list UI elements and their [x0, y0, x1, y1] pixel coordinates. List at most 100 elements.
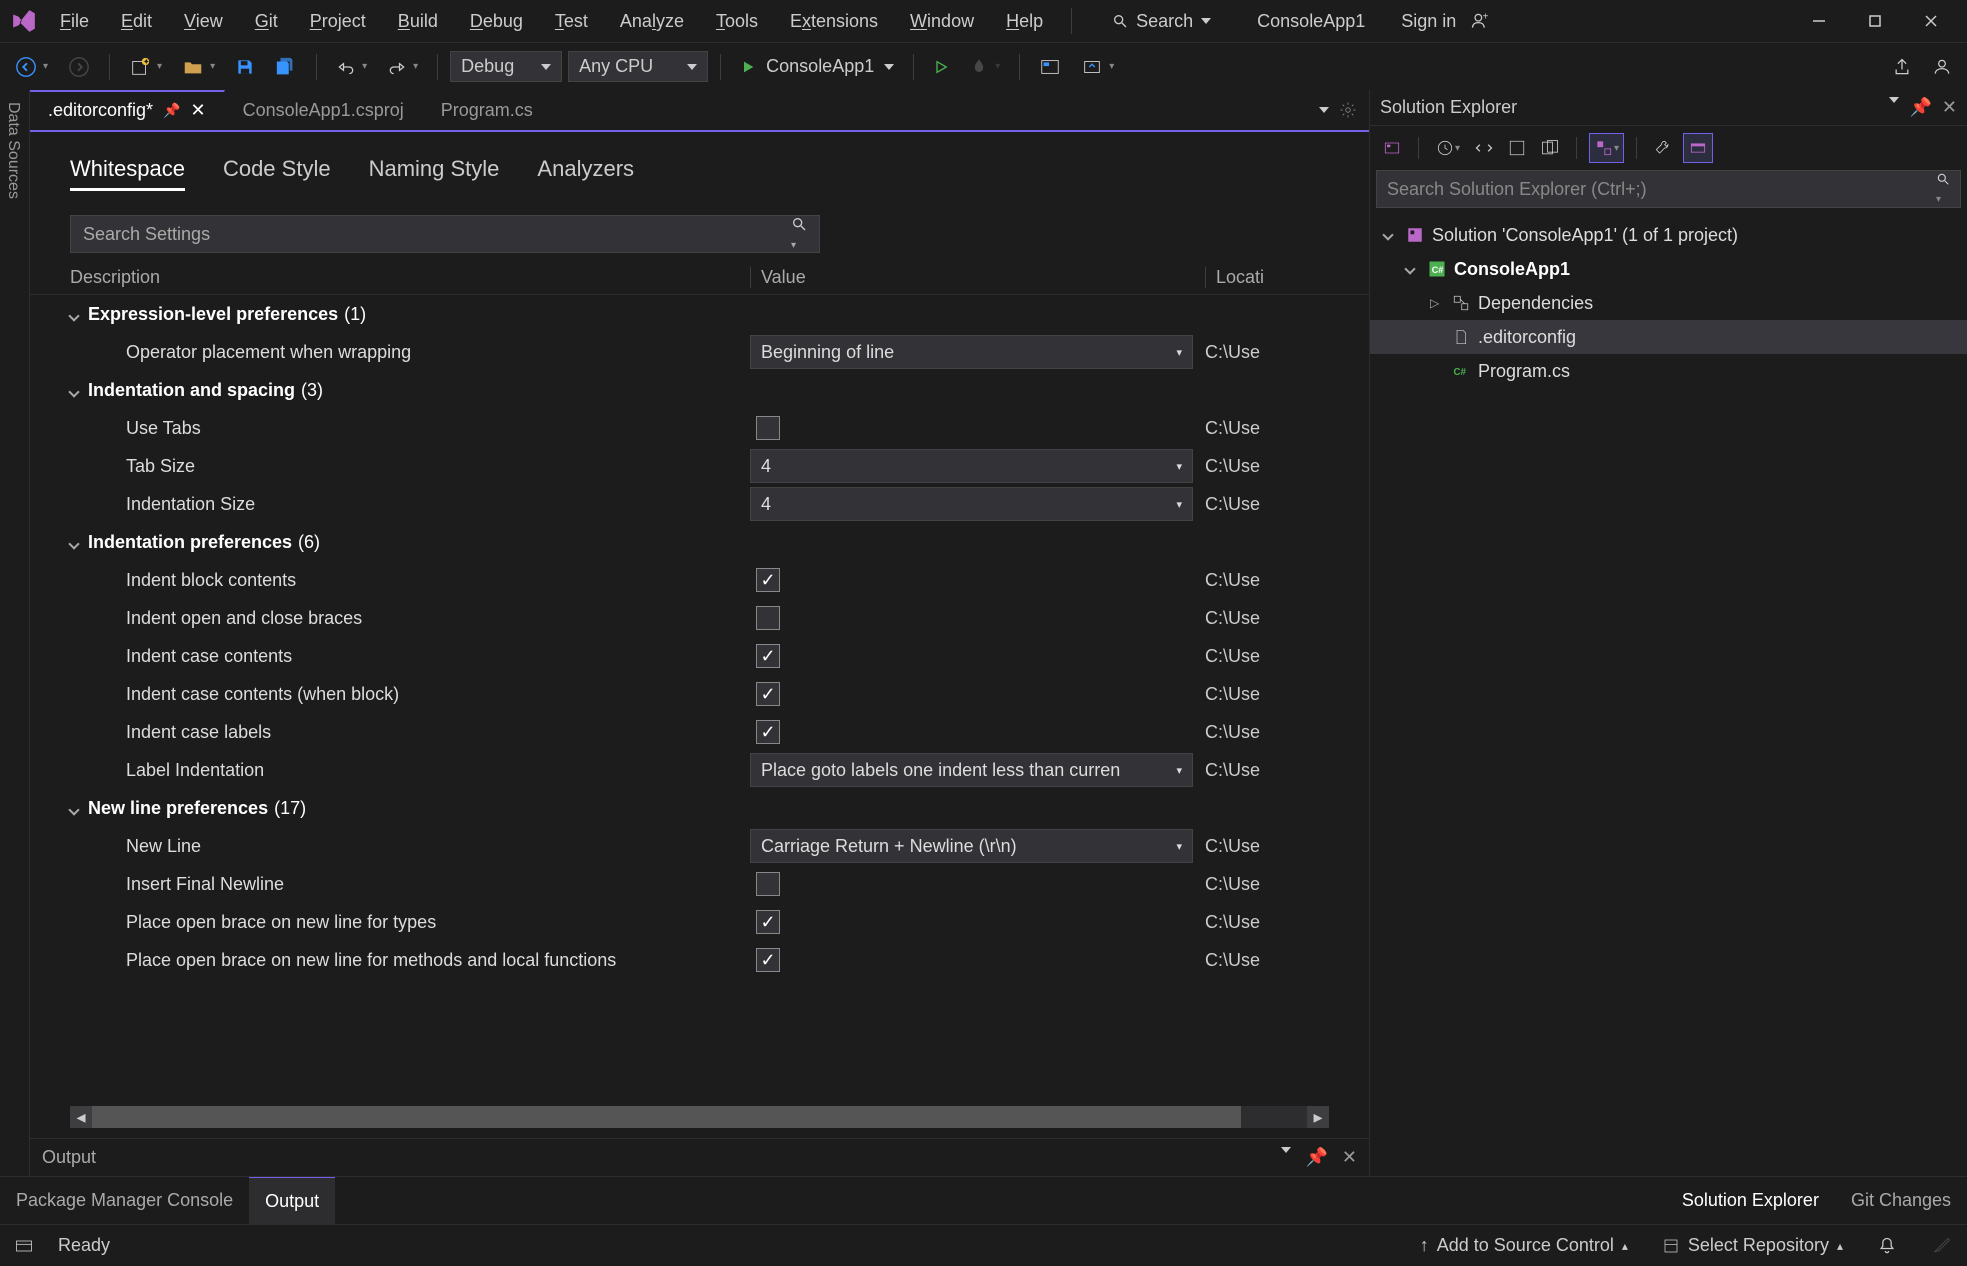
add-to-source-control[interactable]: ↑Add to Source Control▴ — [1420, 1235, 1628, 1256]
group-row[interactable]: Indentation preferences (6) — [70, 523, 1369, 561]
browser-link-button[interactable] — [1032, 51, 1068, 83]
home-button[interactable] — [1378, 134, 1406, 162]
pending-changes-filter[interactable]: ▾ — [1431, 134, 1464, 162]
platform-dropdown[interactable]: Any CPU — [568, 51, 708, 82]
preview-button[interactable] — [1683, 133, 1713, 163]
tab-solution-explorer[interactable]: Solution Explorer — [1666, 1177, 1835, 1224]
group-row[interactable]: New line preferences (17) — [70, 789, 1369, 827]
search-settings-input[interactable]: Search Settings ▾ — [70, 215, 820, 253]
output-options-dropdown[interactable] — [1281, 1147, 1291, 1168]
sync-active-button[interactable] — [1470, 134, 1498, 162]
setting-value-dropdown[interactable]: Place goto labels one indent less than c… — [750, 753, 1193, 787]
scroll-right-arrow[interactable]: ▸ — [1307, 1106, 1329, 1128]
tab-package-manager-console[interactable]: Package Manager Console — [0, 1177, 249, 1224]
tab-git-changes[interactable]: Git Changes — [1835, 1177, 1967, 1224]
properties-button[interactable] — [1649, 134, 1677, 162]
save-all-button[interactable] — [268, 51, 304, 83]
menu-analyze[interactable]: Analyze — [606, 7, 698, 36]
preview-selected-button[interactable]: ▾ — [1589, 133, 1624, 163]
doc-tab-editorconfig[interactable]: .editorconfig* 📌 ✕ — [30, 90, 225, 129]
settings-grid-body[interactable]: Expression-level preferences (1)Operator… — [30, 295, 1369, 1100]
setting-value-checkbox[interactable]: ✓ — [756, 948, 780, 972]
setting-value-checkbox[interactable]: ✓ — [756, 910, 780, 934]
editorconfig-file[interactable]: .editorconfig — [1370, 320, 1967, 354]
dependencies-node[interactable]: ▷ Dependencies — [1370, 286, 1967, 320]
title-search[interactable]: Search — [1102, 9, 1221, 34]
close-button[interactable] — [1915, 7, 1947, 35]
menu-test[interactable]: Test — [541, 7, 602, 36]
doc-tab-csproj[interactable]: ConsoleApp1.csproj — [225, 92, 423, 129]
start-debugging-button[interactable]: ConsoleApp1 — [733, 51, 901, 82]
settings-tab-code-style[interactable]: Code Style — [223, 156, 331, 191]
collapse-all-button[interactable] — [1504, 135, 1530, 161]
settings-tab-naming-style[interactable]: Naming Style — [369, 156, 500, 191]
panel-options-dropdown[interactable] — [1889, 97, 1899, 118]
setting-value-checkbox[interactable]: ✓ — [756, 720, 780, 744]
pin-icon[interactable]: 📌 — [1909, 97, 1931, 118]
column-header-value[interactable]: Value — [750, 267, 1205, 288]
setting-value-checkbox[interactable]: ✓ — [756, 644, 780, 668]
setting-value-checkbox[interactable] — [756, 416, 780, 440]
settings-tab-analyzers[interactable]: Analyzers — [537, 156, 634, 191]
close-icon[interactable]: ✕ — [1942, 97, 1957, 118]
setting-value-checkbox[interactable]: ✓ — [756, 682, 780, 706]
tab-output[interactable]: Output — [249, 1177, 335, 1224]
menu-git[interactable]: Git — [241, 7, 292, 36]
setting-value-dropdown[interactable]: 4▾ — [750, 449, 1193, 483]
group-row[interactable]: Indentation and spacing (3) — [70, 371, 1369, 409]
menu-debug[interactable]: Debug — [456, 7, 537, 36]
menu-project[interactable]: Project — [296, 7, 380, 36]
pin-icon[interactable]: 📌 — [1305, 1147, 1327, 1168]
doc-tab-program[interactable]: Program.cs — [423, 92, 552, 129]
group-row[interactable]: Expression-level preferences (1) — [70, 295, 1369, 333]
notifications-icon[interactable] — [1877, 1236, 1897, 1256]
setting-value-dropdown[interactable]: 4▾ — [750, 487, 1193, 521]
setting-value-checkbox[interactable]: ✓ — [756, 568, 780, 592]
minimize-button[interactable] — [1803, 7, 1835, 35]
settings-tab-whitespace[interactable]: Whitespace — [70, 156, 185, 191]
show-all-files-button[interactable] — [1536, 134, 1564, 162]
setting-value-checkbox[interactable] — [756, 606, 780, 630]
menu-file[interactable]: File — [46, 7, 103, 36]
menu-build[interactable]: Build — [384, 7, 452, 36]
start-without-debugging-button[interactable] — [926, 54, 956, 80]
solution-search-input[interactable]: Search Solution Explorer (Ctrl+;) ▾ — [1376, 170, 1961, 208]
output-toggle-icon[interactable] — [14, 1236, 34, 1256]
sign-in-link[interactable]: Sign in — [1401, 11, 1456, 32]
gear-icon[interactable] — [1339, 101, 1357, 119]
menu-help[interactable]: Help — [992, 7, 1057, 36]
horizontal-scrollbar[interactable]: ◂ ▸ — [70, 1106, 1329, 1128]
scroll-left-arrow[interactable]: ◂ — [70, 1106, 92, 1128]
project-node[interactable]: C# ConsoleApp1 — [1370, 252, 1967, 286]
menu-extensions[interactable]: Extensions — [776, 7, 892, 36]
menu-window[interactable]: Window — [896, 7, 988, 36]
menu-tools[interactable]: Tools — [702, 7, 772, 36]
open-button[interactable]: ▾ — [175, 51, 222, 83]
redo-button[interactable]: ▾ — [380, 52, 425, 82]
program-cs-file[interactable]: C# Program.cs — [1370, 354, 1967, 388]
close-icon[interactable]: ✕ — [191, 100, 206, 121]
menu-edit[interactable]: Edit — [107, 7, 166, 36]
column-header-description[interactable]: Description — [70, 267, 750, 288]
setting-value-dropdown[interactable]: Carriage Return + Newline (\r\n)▾ — [750, 829, 1193, 863]
live-share-button[interactable]: ▾ — [1074, 51, 1121, 83]
save-button[interactable] — [228, 52, 262, 82]
solution-tree[interactable]: Solution 'ConsoleApp1' (1 of 1 project) … — [1370, 212, 1967, 1176]
new-project-button[interactable]: ✦▾ — [122, 51, 169, 83]
active-files-dropdown[interactable] — [1319, 107, 1329, 113]
undo-button[interactable]: ▾ — [329, 52, 374, 82]
solution-root[interactable]: Solution 'ConsoleApp1' (1 of 1 project) — [1370, 218, 1967, 252]
column-header-location[interactable]: Locati — [1205, 267, 1329, 288]
close-icon[interactable]: ✕ — [1342, 1147, 1357, 1168]
maximize-button[interactable] — [1859, 7, 1891, 35]
configuration-dropdown[interactable]: Debug — [450, 51, 562, 82]
share-button[interactable] — [1885, 52, 1919, 82]
setting-value-checkbox[interactable] — [756, 872, 780, 896]
select-repository[interactable]: Select Repository▴ — [1662, 1235, 1843, 1256]
menu-view[interactable]: View — [170, 7, 237, 36]
nav-back-button[interactable]: ▾ — [8, 51, 55, 83]
setting-value-dropdown[interactable]: Beginning of line▾ — [750, 335, 1193, 369]
data-sources-tab[interactable]: Data Sources — [0, 98, 26, 203]
admin-icon[interactable]: + — [1470, 11, 1490, 31]
account-settings-button[interactable] — [1925, 52, 1959, 82]
